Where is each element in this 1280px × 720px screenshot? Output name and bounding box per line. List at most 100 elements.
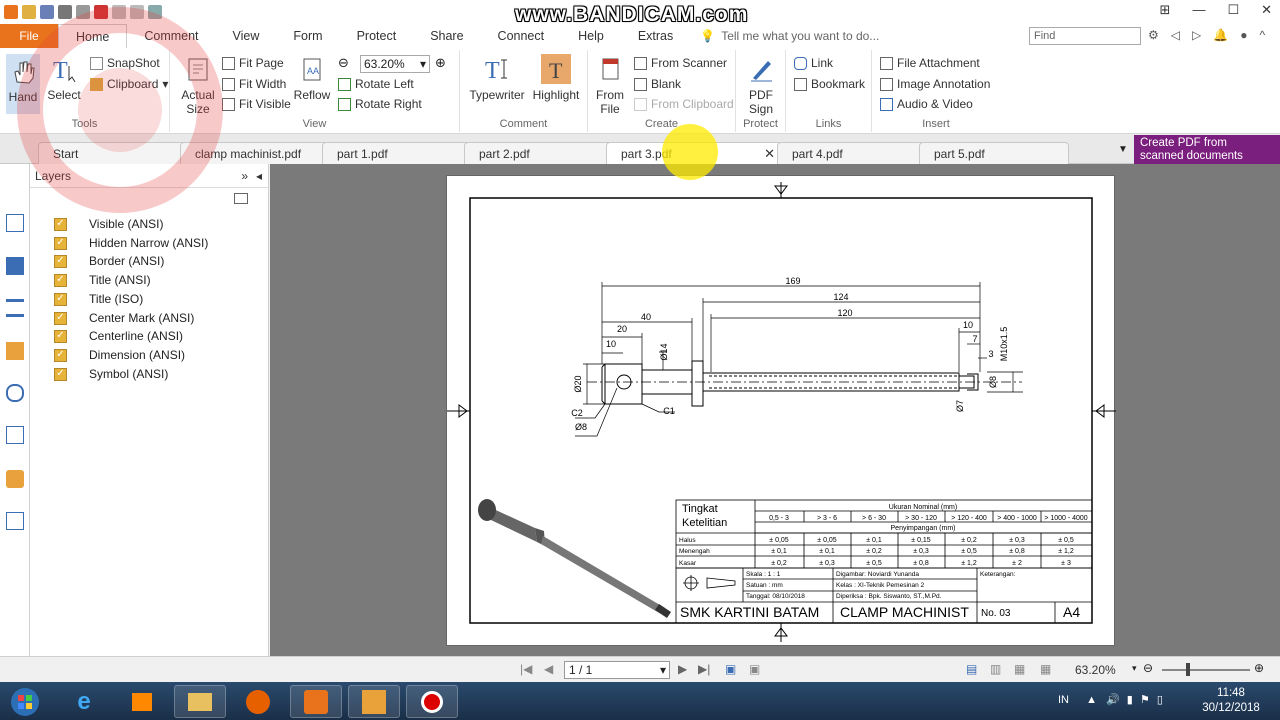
layer-options-icon[interactable] <box>234 193 248 204</box>
audio-video-button[interactable]: Audio & Video <box>880 97 973 111</box>
typewriter-button[interactable]: T Typewriter <box>468 54 526 102</box>
rotate-right-button[interactable]: Rotate Right <box>338 97 422 111</box>
checkbox-icon[interactable]: ✓ <box>54 273 67 287</box>
image-annotation-button[interactable]: Image Annotation <box>880 77 990 91</box>
continuous-view-icon[interactable]: ▥ <box>990 662 1001 676</box>
tab-comment[interactable]: Comment <box>127 24 215 48</box>
language-indicator[interactable]: IN <box>1058 694 1069 706</box>
open-icon[interactable] <box>22 5 36 19</box>
minimize-icon[interactable]: — <box>1192 2 1205 18</box>
tab-connect[interactable]: Connect <box>481 24 562 48</box>
pages-icon[interactable] <box>6 257 24 275</box>
tab-view[interactable]: View <box>216 24 277 48</box>
from-scanner-button[interactable]: From Scanner <box>634 56 727 70</box>
taskbar-clock[interactable]: 11:48 30/12/2018 <box>1196 686 1266 716</box>
zoom-in-status-icon[interactable]: ⊕ <box>1254 661 1264 675</box>
reflow-button[interactable]: AA Reflow <box>292 54 332 102</box>
nav-forward-icon[interactable]: ▷ <box>1192 28 1201 42</box>
find-input[interactable]: Find <box>1029 27 1141 45</box>
pdf-page[interactable]: 169 124 120 40 20 10 10 7 3 M10x1.5 Ø14 … <box>446 175 1116 646</box>
print-preview-icon[interactable] <box>76 5 90 19</box>
print-icon[interactable] <box>58 5 72 19</box>
zoom-dropdown-icon[interactable]: ▾ <box>1132 663 1137 674</box>
continuous-facing-view-icon[interactable]: ▦ <box>1040 662 1051 676</box>
signature-icon[interactable] <box>6 426 24 444</box>
layer-item[interactable]: ✓ Border (ANSI) <box>54 254 164 268</box>
zoom-select[interactable]: 63.20% ▾ <box>360 55 430 73</box>
from-clipboard-button[interactable]: From Clipboard <box>634 97 734 111</box>
file-tab[interactable]: File <box>0 24 58 48</box>
bookmark-button[interactable]: Bookmark <box>794 77 865 91</box>
checkbox-icon[interactable]: ✓ <box>54 311 67 325</box>
tab-help[interactable]: Help <box>561 24 621 48</box>
zoom-in-icon[interactable]: ⊕ <box>435 55 446 71</box>
checkbox-icon[interactable]: ✓ <box>54 236 67 250</box>
layer-item[interactable]: ✓ Dimension (ANSI) <box>54 348 185 362</box>
single-page-view-icon[interactable]: ▤ <box>966 662 977 676</box>
layer-item[interactable]: ✓ Centerline (ANSI) <box>54 329 183 343</box>
hand-button[interactable]: Hand <box>6 54 40 114</box>
tab-list-chevron-icon[interactable]: ▼ <box>1118 144 1128 155</box>
checkbox-icon[interactable]: ✓ <box>54 348 67 362</box>
attachments-icon[interactable] <box>6 384 24 402</box>
zoom-slider[interactable] <box>1162 669 1250 671</box>
start-button[interactable] <box>4 685 46 718</box>
layers-icon[interactable] <box>6 299 24 317</box>
zoom-out-icon[interactable]: ⊖ <box>338 55 349 71</box>
zoom-percent[interactable]: 63.20% <box>1075 663 1116 677</box>
tab-extras[interactable]: Extras <box>621 24 690 48</box>
page-number-input[interactable]: 1 / 1 ▾ <box>564 661 670 679</box>
flag-icon[interactable]: ⚑ <box>1140 694 1150 706</box>
firefox-taskbar[interactable] <box>232 685 284 718</box>
prev-page-icon[interactable]: ◀ <box>544 662 553 676</box>
undo-icon[interactable] <box>112 5 126 19</box>
checkbox-icon[interactable]: ✓ <box>54 254 67 268</box>
explorer-taskbar[interactable] <box>174 685 226 718</box>
restore-icon[interactable]: ⊞ <box>1160 2 1171 18</box>
layer-item[interactable]: ✓ Hidden Narrow (ANSI) <box>54 236 208 250</box>
facing-view-icon[interactable]: ▦ <box>1014 662 1025 676</box>
media-player-taskbar[interactable] <box>116 685 168 718</box>
pdf-reader-taskbar[interactable] <box>290 685 342 718</box>
user-icon[interactable]: ● <box>1240 28 1247 42</box>
checkbox-icon[interactable]: ✓ <box>54 367 67 381</box>
layer-item[interactable]: ✓ Title (ISO) <box>54 292 143 306</box>
internet-explorer-taskbar[interactable]: e <box>58 685 110 718</box>
checkbox-icon[interactable]: ✓ <box>54 292 67 306</box>
zoom-out-status-icon[interactable]: ⊖ <box>1143 661 1153 675</box>
speaker-icon[interactable]: 🔊 <box>1106 694 1120 706</box>
checkbox-icon[interactable]: ✓ <box>54 217 67 231</box>
settings-gear-icon[interactable]: ⚙ <box>1148 28 1159 42</box>
rotate-left-button[interactable]: Rotate Left <box>338 77 414 91</box>
power-icon[interactable]: ▯ <box>1157 694 1163 706</box>
file-attachment-button[interactable]: File Attachment <box>880 56 980 70</box>
actual-size-button[interactable]: Actual Size <box>178 54 218 116</box>
tab-share[interactable]: Share <box>413 24 480 48</box>
clipboard-button[interactable]: Clipboard ▾ <box>90 77 168 91</box>
checkbox-icon[interactable]: ✓ <box>54 329 67 343</box>
close-tab-icon[interactable]: ✕ <box>764 143 775 165</box>
first-page-icon[interactable]: |◀ <box>520 662 532 676</box>
fit-visible-button[interactable]: Fit Visible <box>222 97 291 111</box>
link-button[interactable]: Link <box>794 56 833 70</box>
page-thumbnails-icon[interactable] <box>6 214 24 232</box>
doc-tab-part-4[interactable]: part 4.pdf <box>777 142 925 164</box>
expand-panel-icon[interactable]: » <box>241 164 248 188</box>
highlight-button[interactable]: T Highlight <box>530 54 582 102</box>
layer-item[interactable]: ✓ Visible (ANSI) <box>54 217 163 231</box>
layout-icon[interactable]: ▣ <box>725 662 736 676</box>
create-pdf-banner[interactable]: Create PDF from scanned documents <box>1134 135 1280 164</box>
tray-arrow-icon[interactable]: ▲ <box>1086 694 1097 706</box>
last-page-icon[interactable]: ▶| <box>698 662 710 676</box>
layout-alt-icon[interactable]: ▣ <box>749 662 760 676</box>
search-user-icon[interactable] <box>6 512 24 530</box>
lock-icon[interactable] <box>6 470 24 488</box>
doc-tab-start[interactable]: Start <box>38 142 188 164</box>
fit-page-button[interactable]: Fit Page <box>222 56 284 70</box>
tab-protect[interactable]: Protect <box>340 24 414 48</box>
save-icon[interactable] <box>40 5 54 19</box>
settings-icon[interactable] <box>94 5 108 19</box>
nav-back-icon[interactable]: ◁ <box>1171 28 1180 42</box>
select-button[interactable]: T Select <box>46 54 82 102</box>
layer-item[interactable]: ✓ Title (ANSI) <box>54 273 151 287</box>
